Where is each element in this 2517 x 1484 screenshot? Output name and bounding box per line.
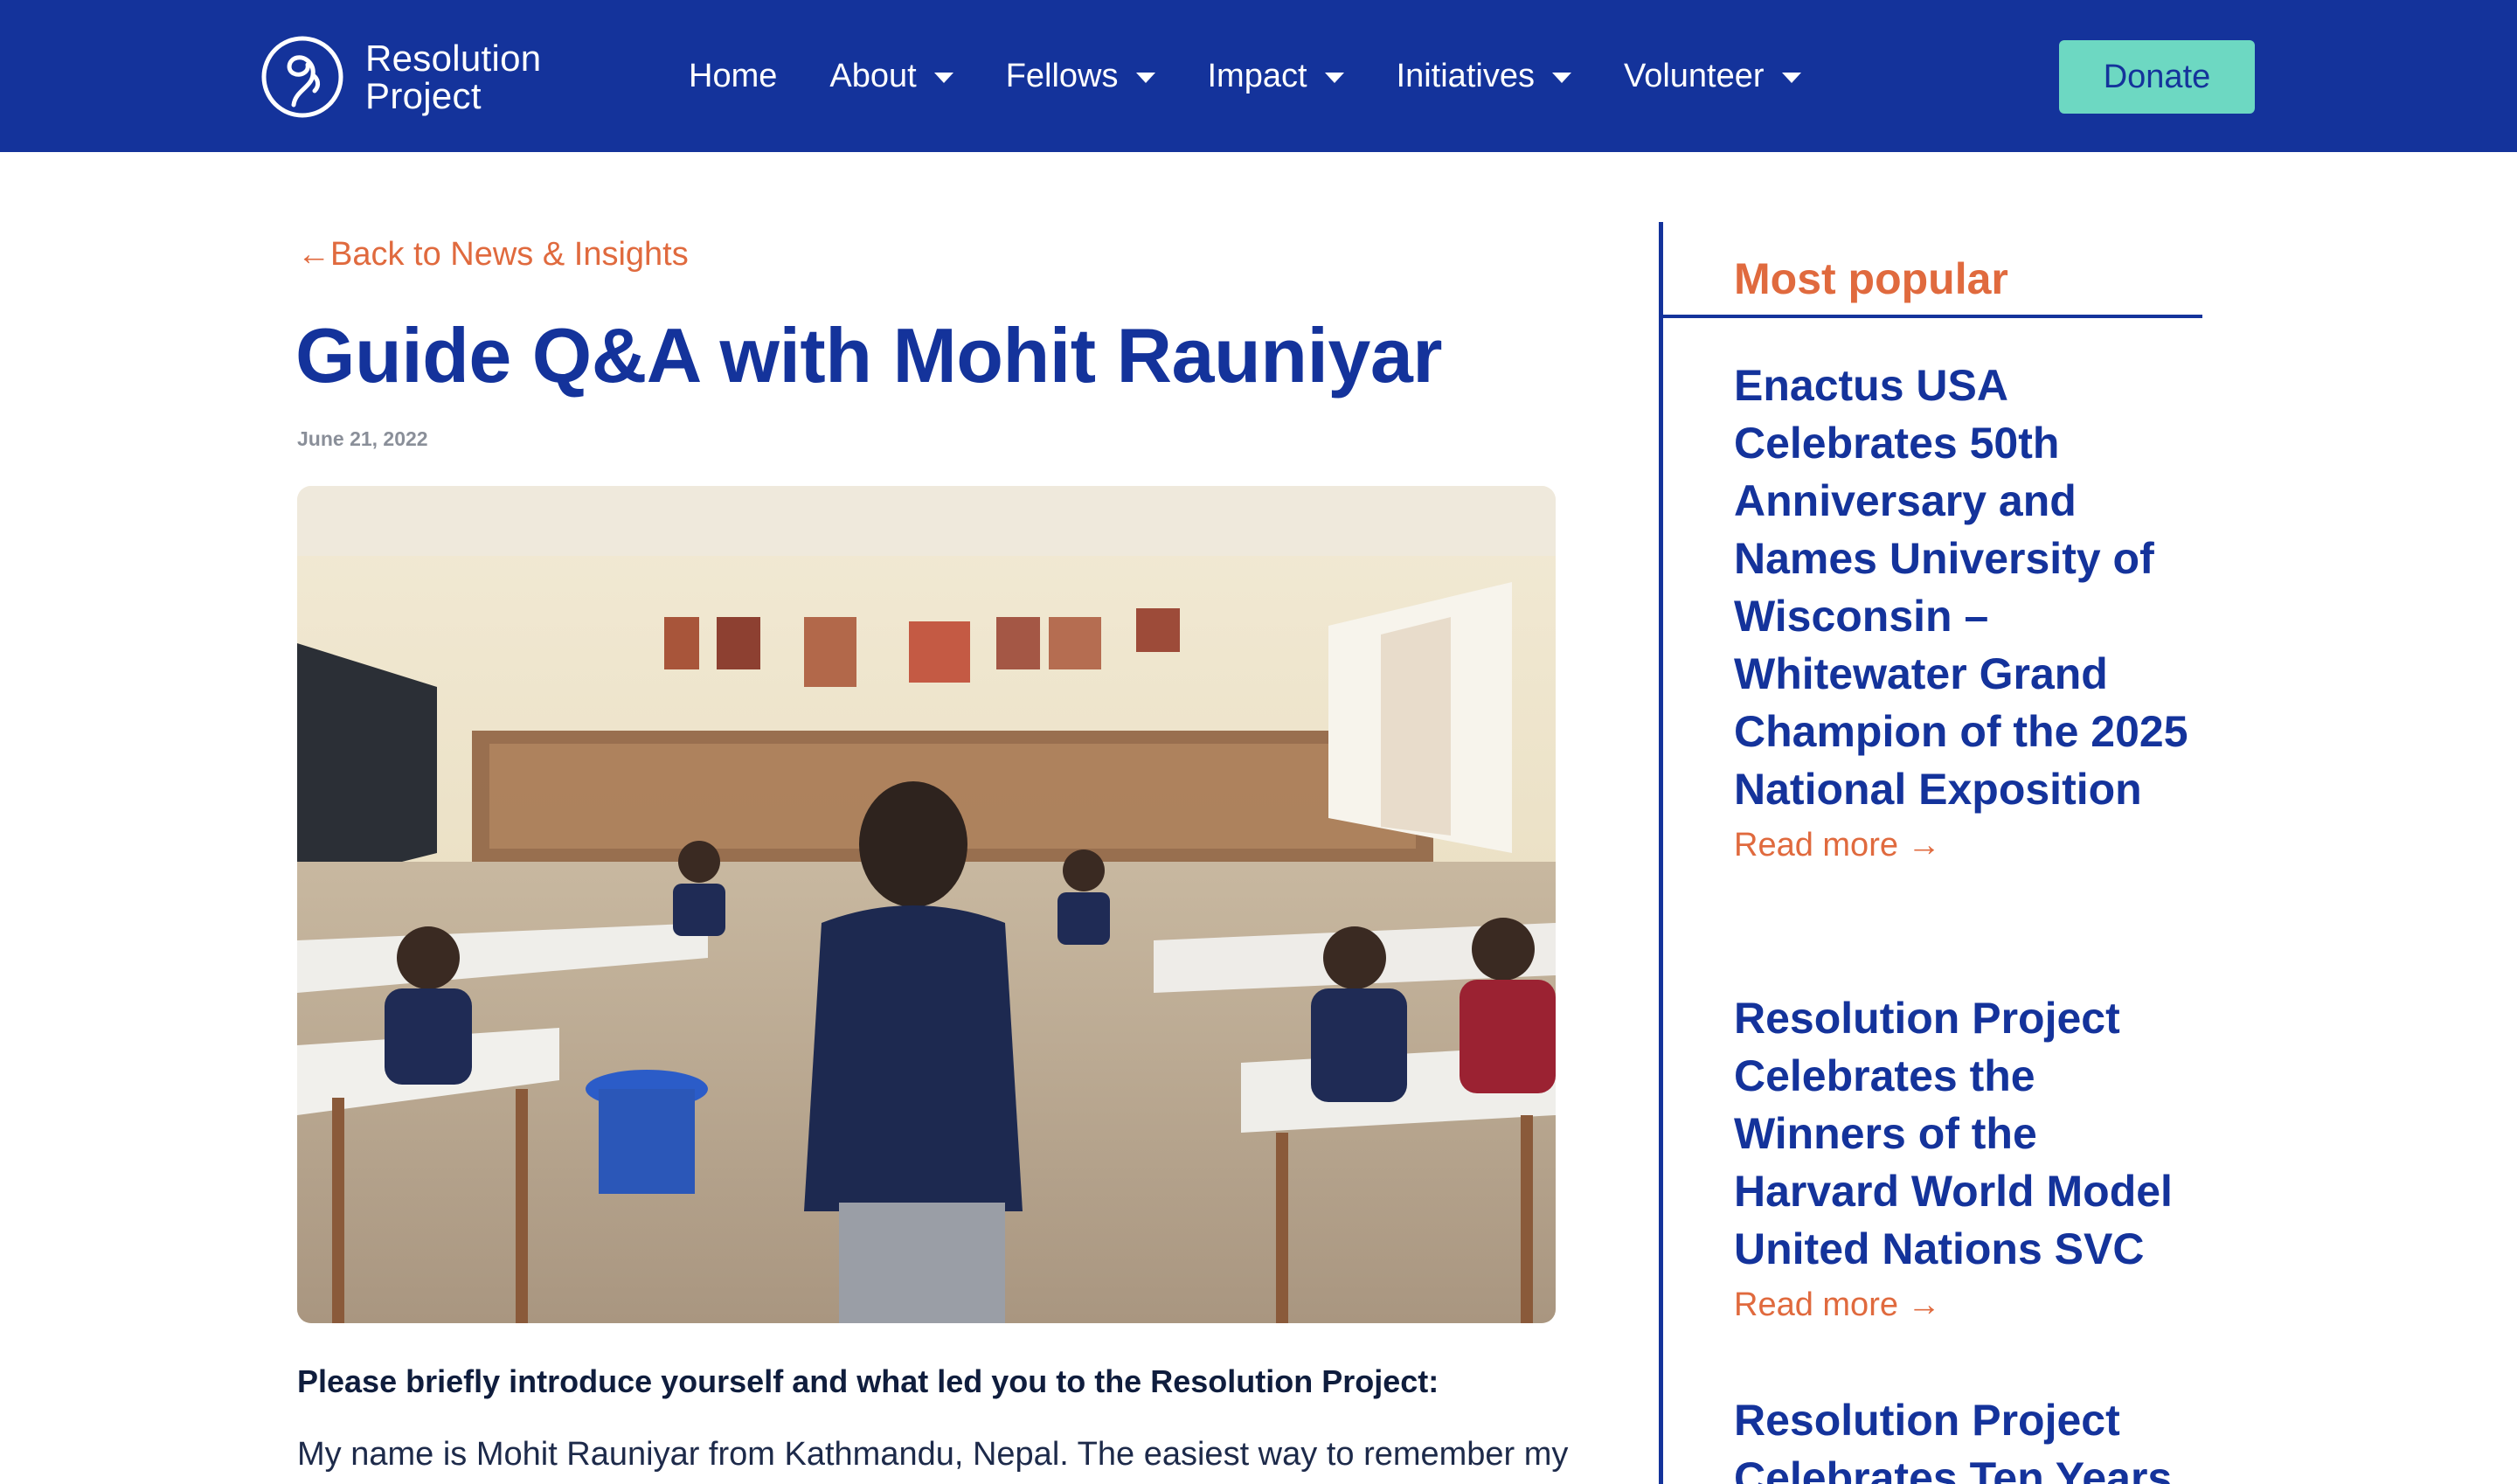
back-to-news-link[interactable]: ←Back to News & Insights [297,236,689,274]
caret-down-icon [933,73,953,83]
nav-item-impact[interactable]: Impact [1208,58,1344,95]
caret-down-icon [1551,73,1571,83]
nav-item-initiatives[interactable]: Initiatives [1397,58,1571,95]
classroom-photo [297,486,1556,1323]
caret-down-icon [1135,73,1155,83]
site-header: Resolution Project Home About Fellows Im… [0,0,2517,152]
article-title: Guide Q&A with Mohit Rauniyar [295,312,1443,399]
popular-post: Enactus USA Celebrates 50th Anniversary … [1734,357,2188,864]
nav-item-volunteer[interactable]: Volunteer [1624,58,1801,95]
popular-post-title[interactable]: Resolution Project Celebrates the Winner… [1734,989,2188,1278]
nav-item-label: Home [689,57,778,94]
donate-button[interactable]: Donate [2059,40,2255,114]
nav-item-about[interactable]: About [829,58,953,95]
sidebar-divider [1659,222,1663,1484]
nav-item-label: Impact [1207,57,1307,94]
logo-wordmark: Resolution Project [365,39,541,114]
nav-item-label: Initiatives [1396,57,1535,94]
read-more-link[interactable]: Read more → [1734,827,2188,864]
resolution-project-logo-icon [261,36,343,118]
popular-post: Resolution Project Celebrates the Winner… [1734,989,2188,1324]
qa-question: Please briefly introduce yourself and wh… [297,1363,1439,1399]
qa-answer-paragraph: My name is Mohit Rauniyar from Kathmandu… [297,1436,1569,1473]
nav-item-home[interactable]: Home [689,58,777,95]
logo-line-2: Project [365,75,482,116]
nav-item-fellows[interactable]: Fellows [1006,58,1155,95]
site-logo[interactable]: Resolution Project [260,35,541,119]
article-hero-image [297,486,1556,1323]
read-more-link[interactable]: Read more → [1734,1286,2188,1324]
popular-post-title[interactable]: Resolution Project Celebrates Ten Years [1734,1391,2188,1484]
nav-item-label: About [829,57,917,94]
logo-line-1: Resolution [365,38,542,79]
main-nav: Home About Fellows Impact Initiatives Vo… [689,0,1801,152]
most-popular-heading: Most popular [1734,254,2008,303]
caret-down-icon [1324,73,1344,83]
popular-post-title[interactable]: Enactus USA Celebrates 50th Anniversary … [1734,357,2188,818]
sidebar-heading-rule [1661,315,2202,318]
nav-item-label: Fellows [1005,57,1119,94]
caret-down-icon [1781,73,1801,83]
nav-item-label: Volunteer [1623,57,1765,94]
article-date: June 21, 2022 [297,427,428,450]
popular-post: Resolution Project Celebrates Ten Years [1734,1391,2188,1484]
